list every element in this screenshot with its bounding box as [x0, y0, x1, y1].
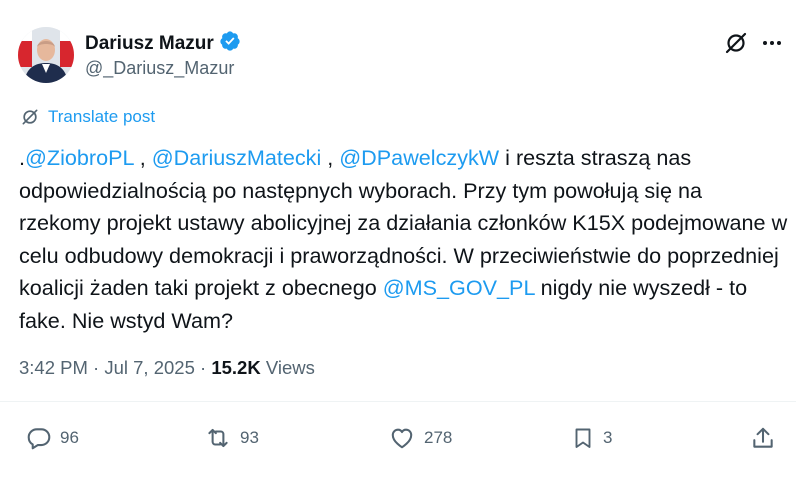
like-count: 278 — [424, 428, 453, 447]
translate-label[interactable]: Translate post — [48, 107, 155, 127]
separator-text: , — [321, 145, 340, 170]
translate-post-button[interactable]: Translate post — [20, 107, 155, 127]
meta-separator: · — [87, 357, 105, 378]
separator-text: , — [133, 145, 152, 170]
repost-button[interactable]: 93 — [204, 425, 259, 451]
bookmark-button[interactable]: 3 — [571, 425, 612, 451]
reply-icon — [27, 428, 51, 450]
meta-separator: · — [194, 357, 212, 378]
share-icon — [753, 427, 773, 448]
post-time[interactable]: 3:42 PM — [19, 357, 88, 378]
reply-button[interactable]: 96 — [26, 425, 79, 451]
mention-link[interactable]: @DariuszMatecki — [152, 145, 322, 170]
divider — [0, 401, 796, 402]
bookmark-icon — [575, 428, 591, 448]
translate-icon — [22, 109, 38, 125]
post-text: .@ZiobroPL , @DariuszMatecki , @DPawelcz… — [19, 142, 789, 337]
repost-icon — [208, 428, 228, 448]
heart-icon — [391, 428, 413, 449]
post-meta: 3:42 PM · Jul 7, 2025 · 15.2K Views — [19, 357, 315, 379]
bookmark-count: 3 — [603, 428, 613, 447]
author-handle[interactable]: @_Dariusz_Mazur — [85, 58, 234, 79]
mention-link[interactable]: @MS_GOV_PL — [383, 275, 535, 300]
ellipsis-glyph — [763, 41, 781, 45]
share-button[interactable] — [750, 425, 776, 451]
views-count: 15.2K — [211, 357, 261, 378]
repost-count: 93 — [240, 428, 259, 447]
grok-icon[interactable] — [723, 30, 749, 56]
verified-badge-icon — [219, 30, 241, 58]
avatar[interactable] — [18, 27, 74, 83]
mention-link[interactable]: @DPawelczykW — [339, 145, 499, 170]
reply-count: 96 — [60, 428, 79, 447]
mention-link[interactable]: @ZiobroPL — [25, 145, 134, 170]
post-date[interactable]: Jul 7, 2025 — [104, 357, 195, 378]
like-button[interactable]: 278 — [388, 425, 452, 451]
author-name-row[interactable]: Dariusz Mazur — [85, 30, 241, 58]
avatar-image — [18, 27, 74, 83]
views-label: Views — [260, 357, 315, 378]
author-name[interactable]: Dariusz Mazur — [85, 33, 214, 55]
grok-glyph — [725, 32, 747, 54]
more-options-icon[interactable] — [759, 30, 785, 56]
